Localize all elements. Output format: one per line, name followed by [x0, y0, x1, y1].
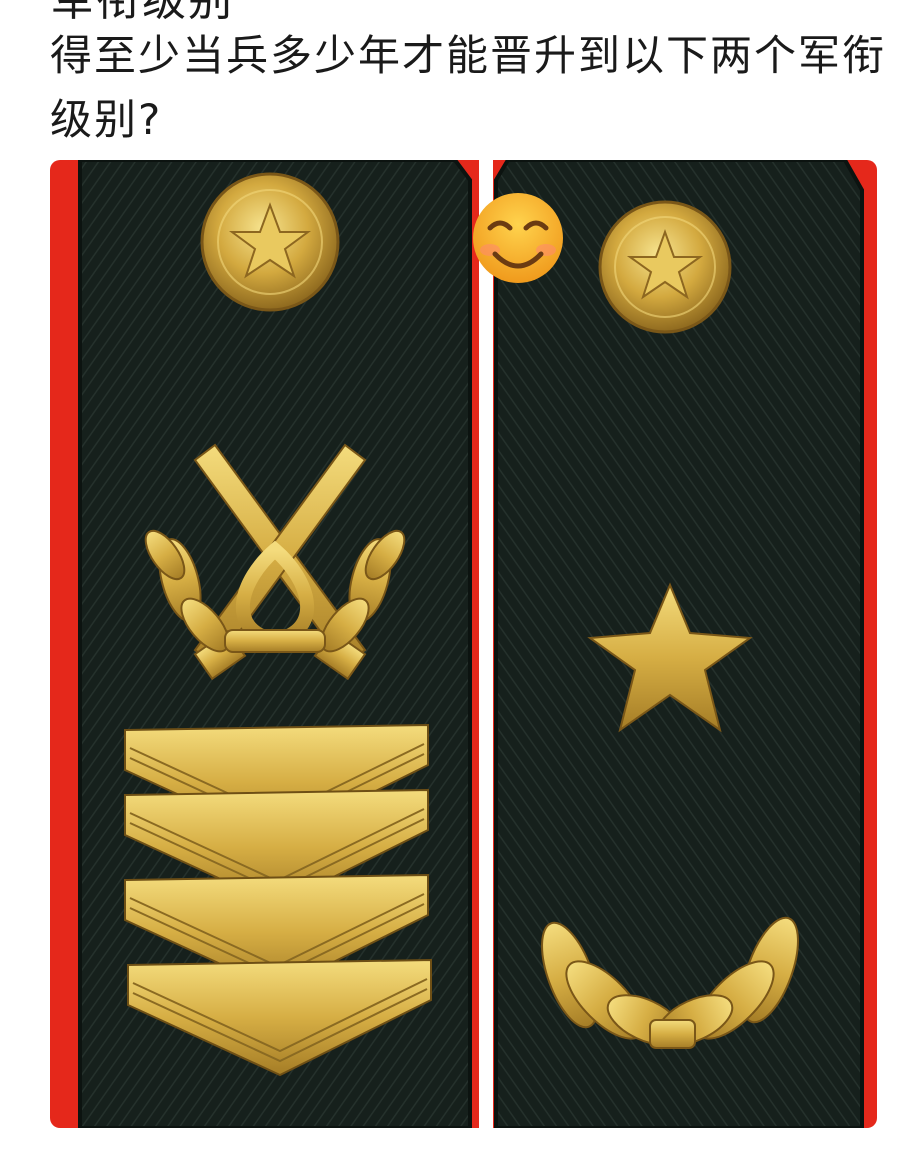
- smiling-face-icon: [473, 193, 563, 283]
- center-divider: [479, 160, 493, 1128]
- right-star-button: [598, 200, 732, 334]
- left-star-button: [200, 172, 340, 312]
- epaulette-photo[interactable]: [50, 160, 877, 1128]
- post-question-text: 得至少当兵多少年才能晋升到以下两个军衔级别?: [50, 31, 887, 144]
- rank-chevrons: [124, 723, 432, 1077]
- right-epaulette: [494, 160, 864, 1128]
- left-epaulette: [78, 160, 472, 1128]
